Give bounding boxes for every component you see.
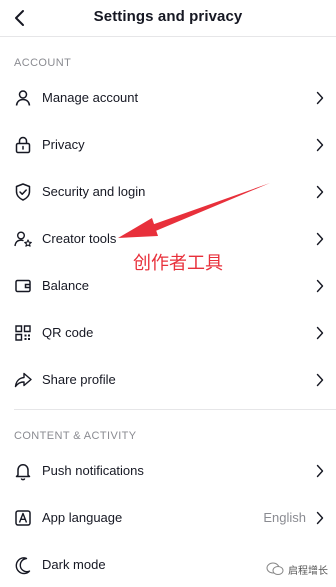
person-icon: [13, 88, 33, 108]
settings-item-label: Balance: [42, 278, 89, 293]
lock-icon: [13, 135, 33, 155]
chevron-right-icon: [316, 185, 324, 199]
shield-icon: [13, 182, 33, 202]
page-title: Settings and privacy: [93, 8, 243, 25]
top-bar: Settings and privacy: [0, 0, 336, 36]
settings-item-label: Push notifications: [42, 463, 144, 478]
chevron-right-icon: [316, 373, 324, 387]
share-icon: [13, 370, 33, 390]
person-star-icon: [13, 229, 33, 249]
settings-item-label: Share profile: [42, 372, 116, 387]
wallet-icon: [13, 276, 33, 296]
settings-item-label: Privacy: [42, 137, 85, 152]
chevron-right-icon: [316, 326, 324, 340]
chevron-right-icon: [316, 464, 324, 478]
settings-item-qr-code[interactable]: QR code: [0, 311, 336, 355]
chevron-right-icon: [316, 232, 324, 246]
settings-item-manage-account[interactable]: Manage account: [0, 76, 336, 120]
settings-item-privacy[interactable]: Privacy: [0, 123, 336, 167]
settings-item-label: Creator tools: [42, 231, 117, 246]
header-divider: [0, 36, 336, 37]
settings-item-security-login[interactable]: Security and login: [0, 170, 336, 214]
settings-item-app-language[interactable]: App language English: [0, 496, 336, 540]
chevron-right-icon: [316, 279, 324, 293]
bell-icon: [13, 461, 33, 481]
language-icon: [13, 508, 33, 528]
chevron-right-icon: [316, 138, 324, 152]
moon-icon: [13, 555, 33, 575]
watermark: 启程增长: [266, 561, 328, 577]
settings-item-value: English: [263, 510, 306, 525]
section-header-content-activity: CONTENT & ACTIVITY: [14, 430, 137, 442]
section-divider: [14, 409, 336, 410]
settings-item-label: Security and login: [42, 184, 146, 199]
settings-item-push-notifications[interactable]: Push notifications: [0, 449, 336, 493]
chevron-right-icon: [316, 511, 324, 525]
settings-item-label: App language: [42, 510, 123, 525]
settings-item-label: Manage account: [42, 90, 139, 105]
chevron-right-icon: [316, 91, 324, 105]
settings-item-share-profile[interactable]: Share profile: [0, 358, 336, 402]
qr-code-icon: [13, 323, 33, 343]
section-header-account: ACCOUNT: [14, 57, 72, 69]
wechat-logo-icon: [266, 562, 284, 576]
watermark-text: 启程增长: [288, 565, 328, 577]
annotation-text: 创作者工具: [133, 253, 223, 273]
settings-item-label: Dark mode: [42, 557, 106, 572]
settings-item-label: QR code: [42, 325, 94, 340]
